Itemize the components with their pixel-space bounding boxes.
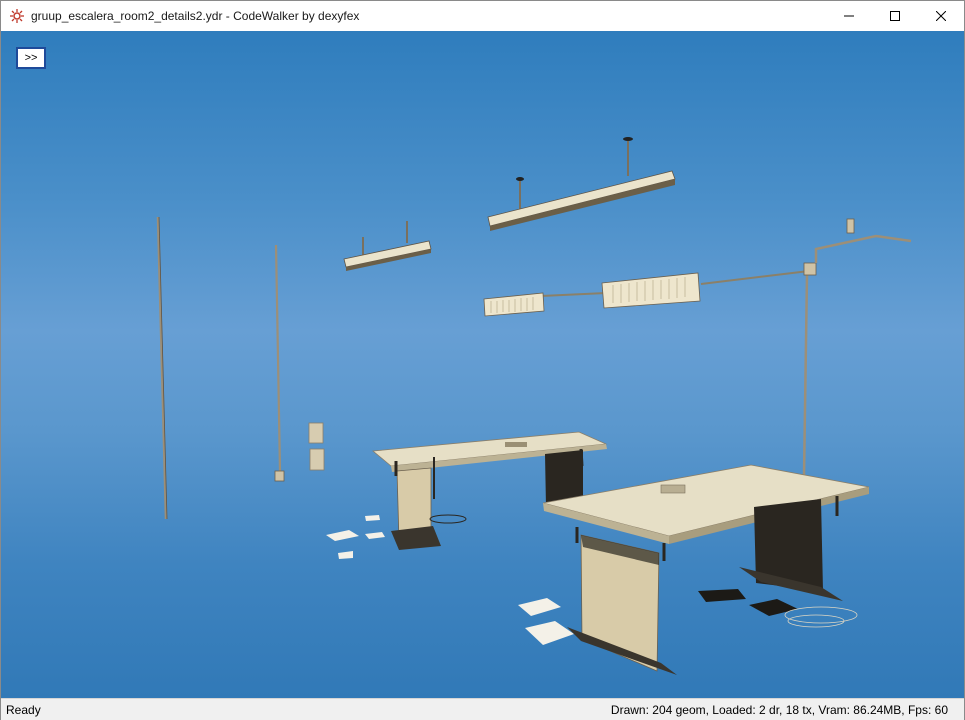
title-bar[interactable]: gruup_escalera_room2_details2.ydr - Code…	[1, 1, 964, 31]
desk-small	[372, 431, 608, 550]
wall-panels	[308, 422, 325, 471]
3d-viewport[interactable]: >>	[1, 31, 964, 698]
left-pole	[156, 216, 168, 520]
render-stats: Drawn: 204 geom, Loaded: 2 dr, 18 tx, Vr…	[610, 702, 948, 717]
close-icon	[936, 11, 946, 21]
status-bar: Ready Drawn: 204 geom, Loaded: 2 dr, 18 …	[1, 698, 964, 720]
window-controls	[826, 1, 964, 31]
scene-render	[156, 137, 912, 675]
codewalker-gear-icon	[9, 8, 25, 24]
close-button[interactable]	[918, 1, 964, 31]
maximize-button[interactable]	[872, 1, 918, 31]
window-title: gruup_escalera_room2_details2.ydr - Code…	[31, 9, 360, 23]
desk-large	[542, 464, 870, 675]
ceiling-light-large	[487, 137, 676, 231]
toggle-panel-button[interactable]: >>	[16, 47, 46, 69]
status-text: Ready	[6, 702, 41, 717]
right-pipe	[802, 218, 912, 477]
floor-papers	[326, 515, 574, 645]
ac-units	[483, 270, 810, 317]
ceiling-light-small	[343, 221, 432, 271]
maximize-icon	[890, 11, 900, 21]
minimize-button[interactable]	[826, 1, 872, 31]
minimize-icon	[844, 11, 854, 21]
app-window: gruup_escalera_room2_details2.ydr - Code…	[0, 0, 965, 720]
middle-pole	[274, 244, 285, 482]
